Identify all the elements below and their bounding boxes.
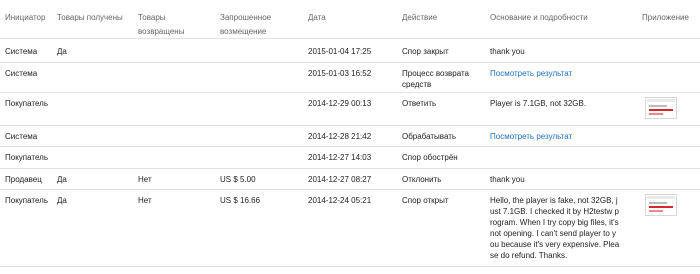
row-divider — [0, 92, 700, 93]
row-6-refund: US $ 5.00 — [220, 175, 256, 184]
row-2-initiator: Система — [5, 69, 38, 78]
row-7-initiator: Покупатель — [5, 196, 48, 205]
row-6-date: 2014-12-27 08:27 — [308, 175, 372, 184]
row-1-reason: thank you — [490, 47, 525, 56]
row-6-initiator: Продавец — [5, 175, 42, 184]
row-6-action: Отклонить — [402, 175, 442, 184]
row-divider — [0, 62, 700, 63]
row-divider — [0, 266, 700, 267]
reason-line: not opening. I can't send player to y — [490, 229, 617, 238]
reason-line: se do refund. Thanks. — [490, 251, 568, 260]
row-3-attachment-thumbnail[interactable] — [645, 97, 677, 119]
header-attachment: Приложение — [642, 13, 689, 22]
row-7-received: Да — [57, 196, 67, 205]
row-4-initiator: Система — [5, 132, 38, 141]
row-2-action: Процесс возврата средств — [402, 69, 469, 89]
row-1-action: Спор закрыт — [402, 47, 449, 56]
reason-line: ust 7.1GB. I checked it by H2testw p — [490, 207, 619, 216]
row-4-action: Обрабатывать — [402, 132, 457, 141]
row-7-returned: Нет — [138, 196, 152, 205]
row-7-attachment-thumbnail[interactable] — [645, 194, 677, 216]
row-5-date: 2014-12-27 14:03 — [308, 153, 372, 162]
header-divider — [0, 38, 700, 39]
row-divider — [0, 125, 700, 126]
header-initiator: Инициатор — [5, 13, 46, 22]
row-2-view-result-link[interactable]: Посмотреть результат — [490, 68, 572, 79]
header-goods-returned-2: возвращены — [138, 27, 185, 36]
row-6-reason: thank you — [490, 175, 525, 184]
row-3-date: 2014-12-29 00:13 — [308, 99, 372, 108]
row-3-reason: Player is 7.1GB, not 32GB. — [490, 99, 587, 108]
header-action: Действие — [402, 13, 438, 22]
row-4-date: 2014-12-28 21:42 — [308, 132, 372, 141]
row-6-received: Да — [57, 175, 67, 184]
row-divider — [0, 146, 700, 147]
reason-line: Hello, the player is fake, not 32GB, j — [490, 196, 618, 205]
row-7-action: Спор открыт — [402, 196, 449, 205]
row-divider — [0, 168, 700, 169]
header-requested-refund-1: Запрошенное — [220, 13, 272, 22]
row-1-initiator: Система — [5, 47, 38, 56]
row-5-initiator: Покупатель — [5, 153, 48, 162]
row-1-received: Да — [57, 47, 67, 56]
header-reason: Основание и подробности — [490, 13, 588, 22]
row-6-returned: Нет — [138, 175, 152, 184]
row-2-date: 2015-01-03 16:52 — [308, 69, 372, 78]
row-3-action: Ответить — [402, 99, 437, 108]
row-5-action: Спор обострён — [402, 153, 458, 162]
header-requested-refund-2: возмещение — [220, 27, 267, 36]
row-3-initiator: Покупатель — [5, 99, 48, 108]
row-1-date: 2015-01-04 17:25 — [308, 47, 372, 56]
reason-line: rogram. When I try copy big files, it's — [490, 218, 619, 227]
header-goods-returned-1: Товары — [138, 13, 166, 22]
row-4-view-result-link[interactable]: Посмотреть результат — [490, 131, 572, 142]
header-date: Дата — [308, 13, 326, 22]
row-7-refund: US $ 16.66 — [220, 196, 261, 205]
reason-line: ou because it's very expensive. Plea — [490, 240, 620, 249]
row-divider — [0, 189, 700, 190]
header-goods-received: Товары получены — [57, 13, 123, 22]
row-7-date: 2014-12-24 05:21 — [308, 196, 372, 205]
